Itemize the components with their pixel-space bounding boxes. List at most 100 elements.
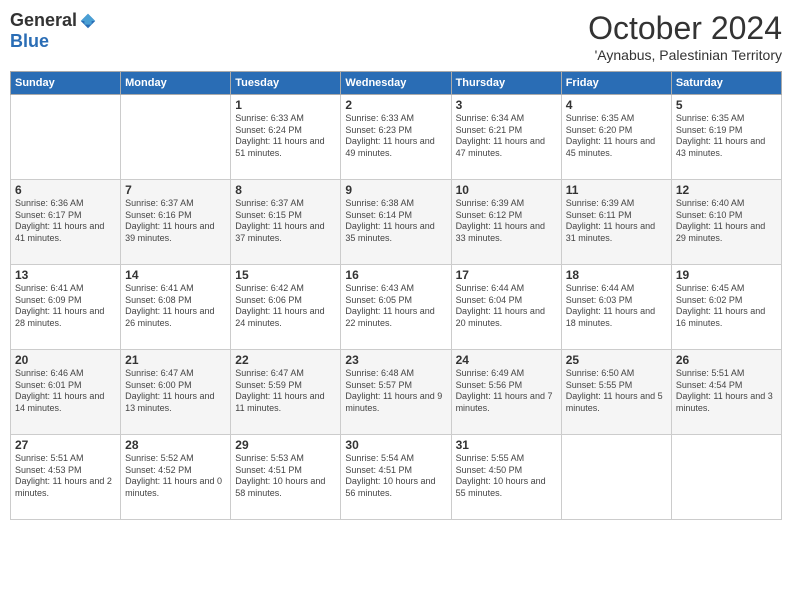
day-number: 4 [566,98,667,112]
page-header: General Blue October 2024 'Aynabus, Pale… [10,10,782,63]
calendar-week-1: 1Sunrise: 6:33 AMSunset: 6:24 PMDaylight… [11,95,782,180]
day-info: Sunrise: 6:39 AMSunset: 6:12 PMDaylight:… [456,198,557,245]
col-header-tuesday: Tuesday [231,72,341,95]
day-number: 10 [456,183,557,197]
day-number: 15 [235,268,336,282]
day-info: Sunrise: 5:51 AMSunset: 4:53 PMDaylight:… [15,453,116,500]
day-number: 11 [566,183,667,197]
col-header-saturday: Saturday [671,72,781,95]
day-info: Sunrise: 6:41 AMSunset: 6:08 PMDaylight:… [125,283,226,330]
day-number: 26 [676,353,777,367]
calendar-header-row: SundayMondayTuesdayWednesdayThursdayFrid… [11,72,782,95]
calendar-cell: 1Sunrise: 6:33 AMSunset: 6:24 PMDaylight… [231,95,341,180]
day-number: 21 [125,353,226,367]
day-info: Sunrise: 6:44 AMSunset: 6:04 PMDaylight:… [456,283,557,330]
day-info: Sunrise: 5:53 AMSunset: 4:51 PMDaylight:… [235,453,336,500]
day-info: Sunrise: 6:37 AMSunset: 6:15 PMDaylight:… [235,198,336,245]
day-number: 25 [566,353,667,367]
calendar-cell [11,95,121,180]
calendar-cell: 5Sunrise: 6:35 AMSunset: 6:19 PMDaylight… [671,95,781,180]
day-info: Sunrise: 5:51 AMSunset: 4:54 PMDaylight:… [676,368,777,415]
day-info: Sunrise: 6:33 AMSunset: 6:23 PMDaylight:… [345,113,446,160]
day-info: Sunrise: 6:49 AMSunset: 5:56 PMDaylight:… [456,368,557,415]
day-number: 24 [456,353,557,367]
calendar-cell: 29Sunrise: 5:53 AMSunset: 4:51 PMDayligh… [231,435,341,520]
day-number: 29 [235,438,336,452]
day-number: 5 [676,98,777,112]
calendar-cell: 26Sunrise: 5:51 AMSunset: 4:54 PMDayligh… [671,350,781,435]
day-number: 9 [345,183,446,197]
day-number: 27 [15,438,116,452]
calendar-cell: 14Sunrise: 6:41 AMSunset: 6:08 PMDayligh… [121,265,231,350]
calendar-cell: 13Sunrise: 6:41 AMSunset: 6:09 PMDayligh… [11,265,121,350]
logo-icon [79,12,97,30]
day-number: 16 [345,268,446,282]
location-title: 'Aynabus, Palestinian Territory [588,47,782,63]
calendar-cell: 30Sunrise: 5:54 AMSunset: 4:51 PMDayligh… [341,435,451,520]
calendar-cell: 8Sunrise: 6:37 AMSunset: 6:15 PMDaylight… [231,180,341,265]
logo: General Blue [10,10,97,52]
day-info: Sunrise: 5:55 AMSunset: 4:50 PMDaylight:… [456,453,557,500]
calendar-cell: 22Sunrise: 6:47 AMSunset: 5:59 PMDayligh… [231,350,341,435]
day-number: 28 [125,438,226,452]
day-number: 7 [125,183,226,197]
day-info: Sunrise: 6:45 AMSunset: 6:02 PMDaylight:… [676,283,777,330]
calendar-week-2: 6Sunrise: 6:36 AMSunset: 6:17 PMDaylight… [11,180,782,265]
calendar-cell: 9Sunrise: 6:38 AMSunset: 6:14 PMDaylight… [341,180,451,265]
day-info: Sunrise: 6:44 AMSunset: 6:03 PMDaylight:… [566,283,667,330]
day-info: Sunrise: 6:35 AMSunset: 6:20 PMDaylight:… [566,113,667,160]
calendar-week-4: 20Sunrise: 6:46 AMSunset: 6:01 PMDayligh… [11,350,782,435]
day-info: Sunrise: 6:43 AMSunset: 6:05 PMDaylight:… [345,283,446,330]
logo-general: General [10,10,77,31]
calendar-cell: 2Sunrise: 6:33 AMSunset: 6:23 PMDaylight… [341,95,451,180]
day-info: Sunrise: 6:48 AMSunset: 5:57 PMDaylight:… [345,368,446,415]
calendar-cell [561,435,671,520]
day-info: Sunrise: 6:46 AMSunset: 6:01 PMDaylight:… [15,368,116,415]
title-block: October 2024 'Aynabus, Palestinian Terri… [588,10,782,63]
logo-blue: Blue [10,31,49,51]
calendar-cell: 24Sunrise: 6:49 AMSunset: 5:56 PMDayligh… [451,350,561,435]
day-info: Sunrise: 5:52 AMSunset: 4:52 PMDaylight:… [125,453,226,500]
day-number: 17 [456,268,557,282]
day-number: 3 [456,98,557,112]
day-info: Sunrise: 6:41 AMSunset: 6:09 PMDaylight:… [15,283,116,330]
day-info: Sunrise: 6:38 AMSunset: 6:14 PMDaylight:… [345,198,446,245]
calendar-cell: 15Sunrise: 6:42 AMSunset: 6:06 PMDayligh… [231,265,341,350]
calendar-cell: 11Sunrise: 6:39 AMSunset: 6:11 PMDayligh… [561,180,671,265]
day-number: 18 [566,268,667,282]
calendar-cell: 21Sunrise: 6:47 AMSunset: 6:00 PMDayligh… [121,350,231,435]
day-info: Sunrise: 6:37 AMSunset: 6:16 PMDaylight:… [125,198,226,245]
col-header-sunday: Sunday [11,72,121,95]
day-info: Sunrise: 5:54 AMSunset: 4:51 PMDaylight:… [345,453,446,500]
calendar-cell: 27Sunrise: 5:51 AMSunset: 4:53 PMDayligh… [11,435,121,520]
calendar-week-3: 13Sunrise: 6:41 AMSunset: 6:09 PMDayligh… [11,265,782,350]
day-number: 31 [456,438,557,452]
calendar-cell: 20Sunrise: 6:46 AMSunset: 6:01 PMDayligh… [11,350,121,435]
day-number: 14 [125,268,226,282]
day-number: 13 [15,268,116,282]
day-info: Sunrise: 6:35 AMSunset: 6:19 PMDaylight:… [676,113,777,160]
calendar-week-5: 27Sunrise: 5:51 AMSunset: 4:53 PMDayligh… [11,435,782,520]
day-number: 23 [345,353,446,367]
day-info: Sunrise: 6:50 AMSunset: 5:55 PMDaylight:… [566,368,667,415]
col-header-thursday: Thursday [451,72,561,95]
month-title: October 2024 [588,10,782,47]
calendar-cell: 6Sunrise: 6:36 AMSunset: 6:17 PMDaylight… [11,180,121,265]
day-number: 19 [676,268,777,282]
calendar-cell: 3Sunrise: 6:34 AMSunset: 6:21 PMDaylight… [451,95,561,180]
calendar-cell: 17Sunrise: 6:44 AMSunset: 6:04 PMDayligh… [451,265,561,350]
calendar-cell: 31Sunrise: 5:55 AMSunset: 4:50 PMDayligh… [451,435,561,520]
day-info: Sunrise: 6:40 AMSunset: 6:10 PMDaylight:… [676,198,777,245]
calendar-cell: 19Sunrise: 6:45 AMSunset: 6:02 PMDayligh… [671,265,781,350]
day-info: Sunrise: 6:47 AMSunset: 5:59 PMDaylight:… [235,368,336,415]
calendar-cell: 18Sunrise: 6:44 AMSunset: 6:03 PMDayligh… [561,265,671,350]
day-info: Sunrise: 6:34 AMSunset: 6:21 PMDaylight:… [456,113,557,160]
day-number: 1 [235,98,336,112]
day-number: 22 [235,353,336,367]
day-number: 2 [345,98,446,112]
calendar-cell: 23Sunrise: 6:48 AMSunset: 5:57 PMDayligh… [341,350,451,435]
day-info: Sunrise: 6:47 AMSunset: 6:00 PMDaylight:… [125,368,226,415]
calendar-cell: 25Sunrise: 6:50 AMSunset: 5:55 PMDayligh… [561,350,671,435]
day-info: Sunrise: 6:39 AMSunset: 6:11 PMDaylight:… [566,198,667,245]
calendar-cell: 4Sunrise: 6:35 AMSunset: 6:20 PMDaylight… [561,95,671,180]
